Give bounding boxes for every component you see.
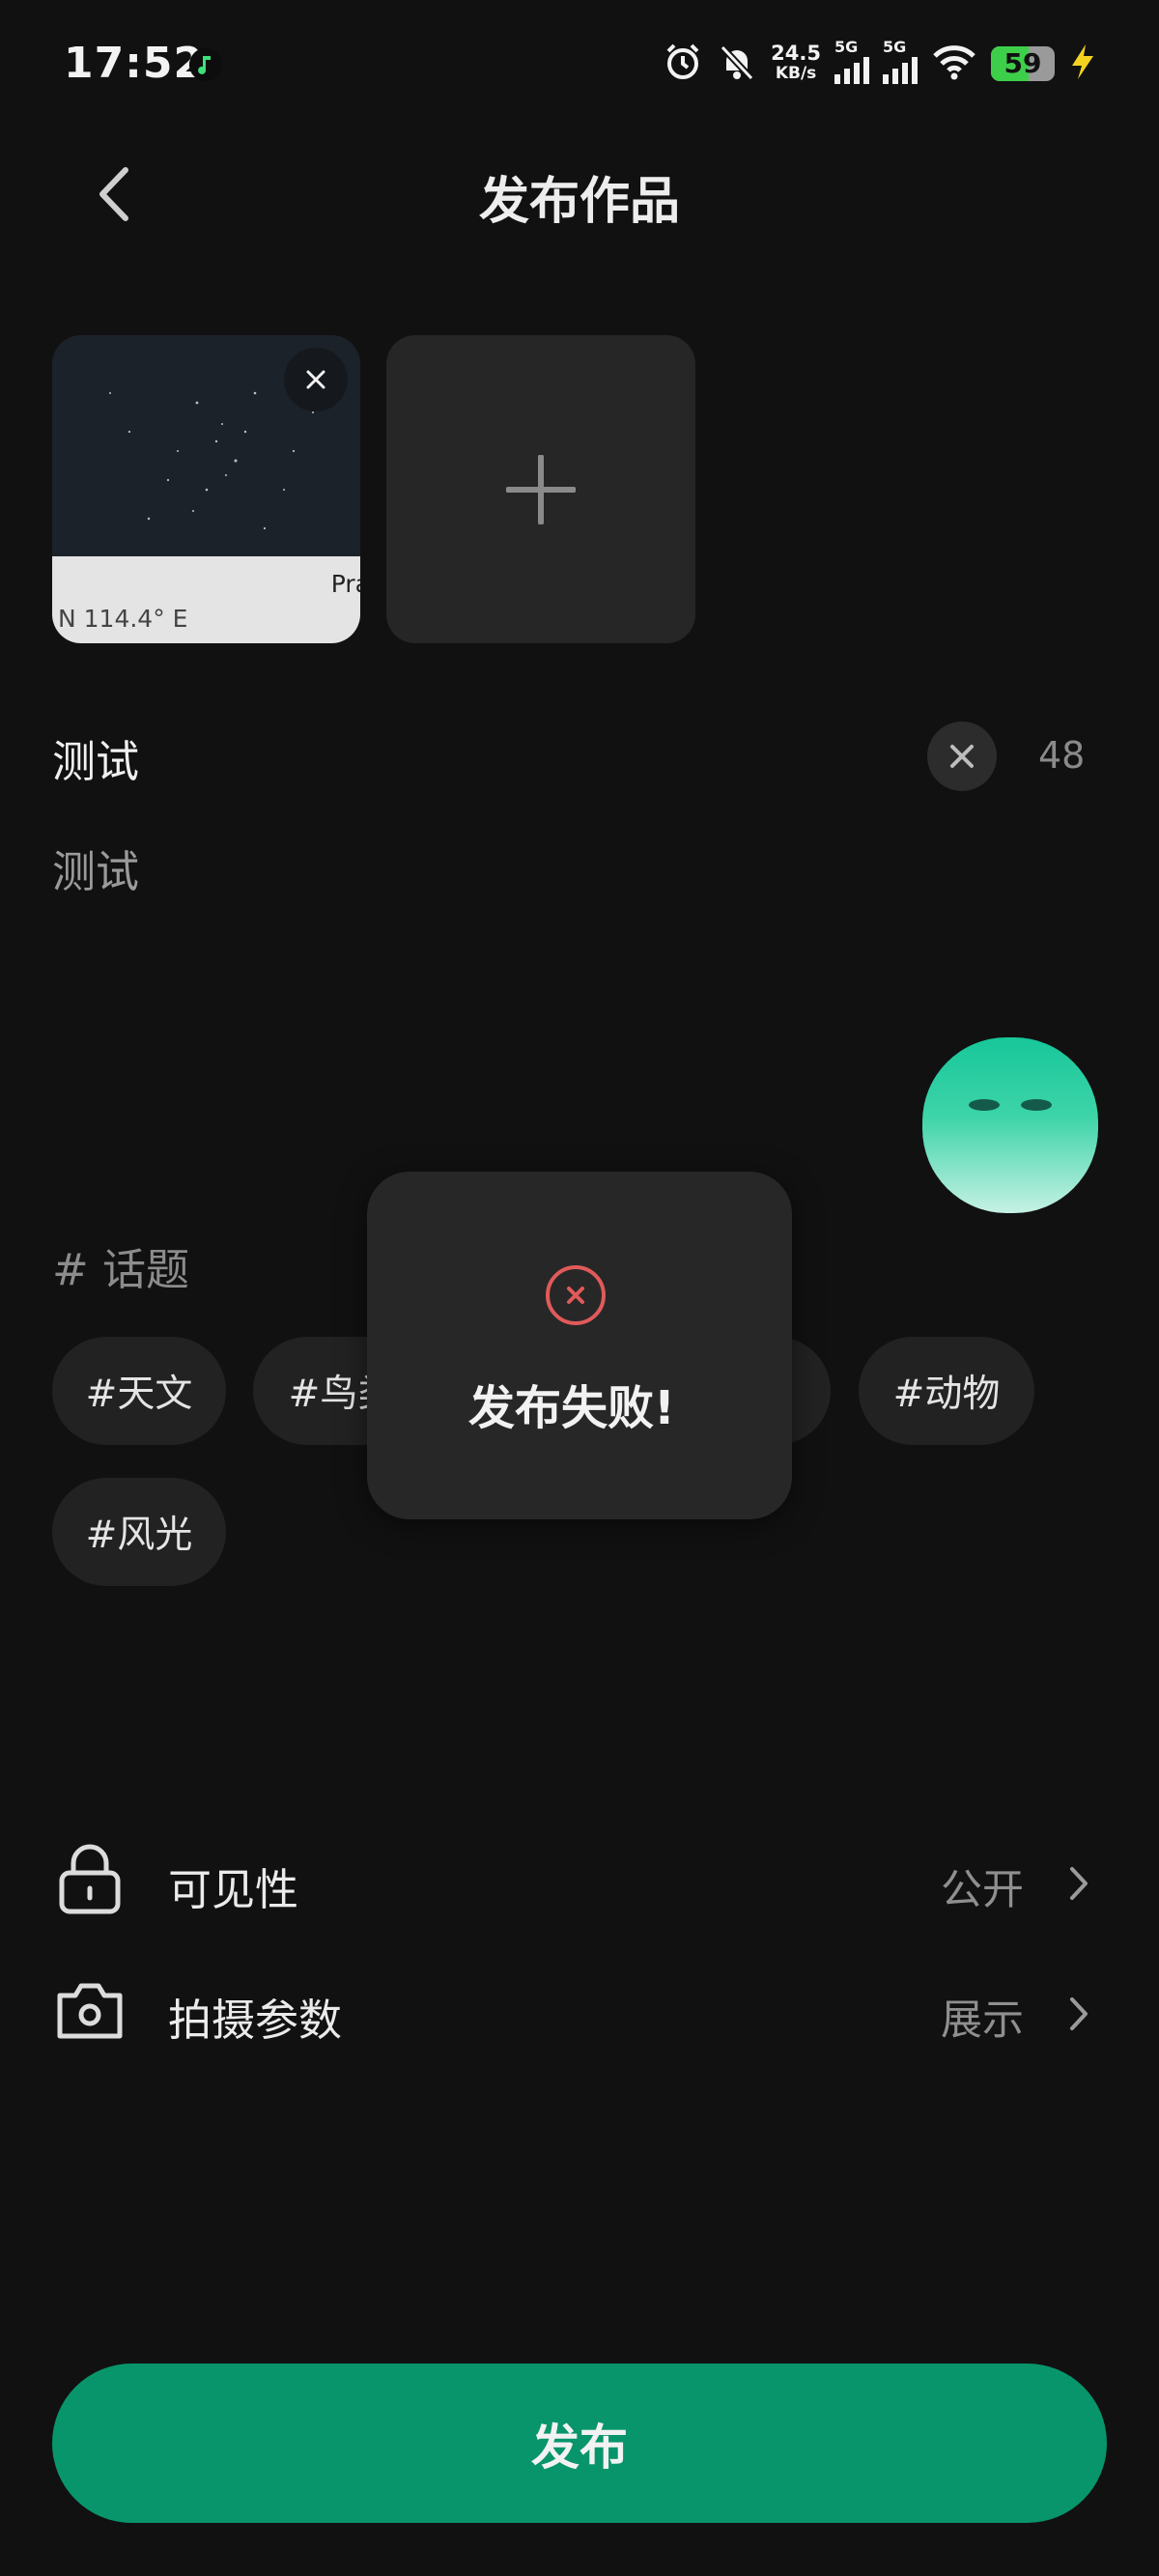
photo-watermark: Pra N 114.4° E [52,556,360,643]
signal-icon: 5G [834,38,869,84]
visibility-row[interactable]: 可见性 公开 [52,1840,1107,1927]
page-title: 发布作品 [478,173,680,231]
visibility-label: 可见性 [168,1864,299,1915]
topic-chip[interactable]: #动物 [859,1337,1034,1445]
shooting-params-value: 展示 [941,1996,1024,2045]
topic-chip[interactable]: #天文 [52,1337,226,1445]
publish-button[interactable]: 发布 [52,2364,1107,2523]
chevron-right-icon [1070,1867,1088,1900]
lock-icon [59,1844,121,1914]
shooting-params-label: 拍摄参数 [168,1995,343,2046]
visibility-value: 公开 [941,1866,1024,1914]
description-input[interactable]: 测试 [52,836,139,899]
mute-icon [717,42,757,86]
status-icons: 24.5 KB/s 5G 5G 59 [663,38,1097,89]
close-icon [306,370,325,389]
title-input[interactable]: 测试 [52,726,139,789]
chevron-right-icon [1070,1997,1088,2030]
charging-icon [1068,42,1097,85]
camera-icon [57,1983,123,2039]
topic-chip[interactable]: #风光 [52,1478,226,1586]
char-count: 48 [1038,734,1086,777]
plus-icon [506,454,576,524]
error-toast: 发布失败! [367,1172,792,1519]
shooting-params-row[interactable]: 拍摄参数 展示 [52,1970,1107,2057]
close-icon [950,745,974,768]
toast-message: 发布失败! [468,1381,675,1435]
signal-icon-2: 5G [883,38,918,84]
topic-heading: # 话题 [52,1244,190,1295]
status-time: 17:52 [64,39,205,88]
wifi-icon [931,42,977,85]
battery-icon: 59 [991,46,1055,81]
clear-title-button[interactable] [927,722,997,791]
alarm-icon [663,42,703,86]
music-app-icon [189,48,222,81]
error-icon [546,1265,606,1325]
mascot-floating-button[interactable] [922,1037,1098,1213]
net-speed: 24.5 KB/s [771,42,821,84]
remove-photo-button[interactable] [284,348,348,411]
add-photo-button[interactable] [386,335,695,643]
